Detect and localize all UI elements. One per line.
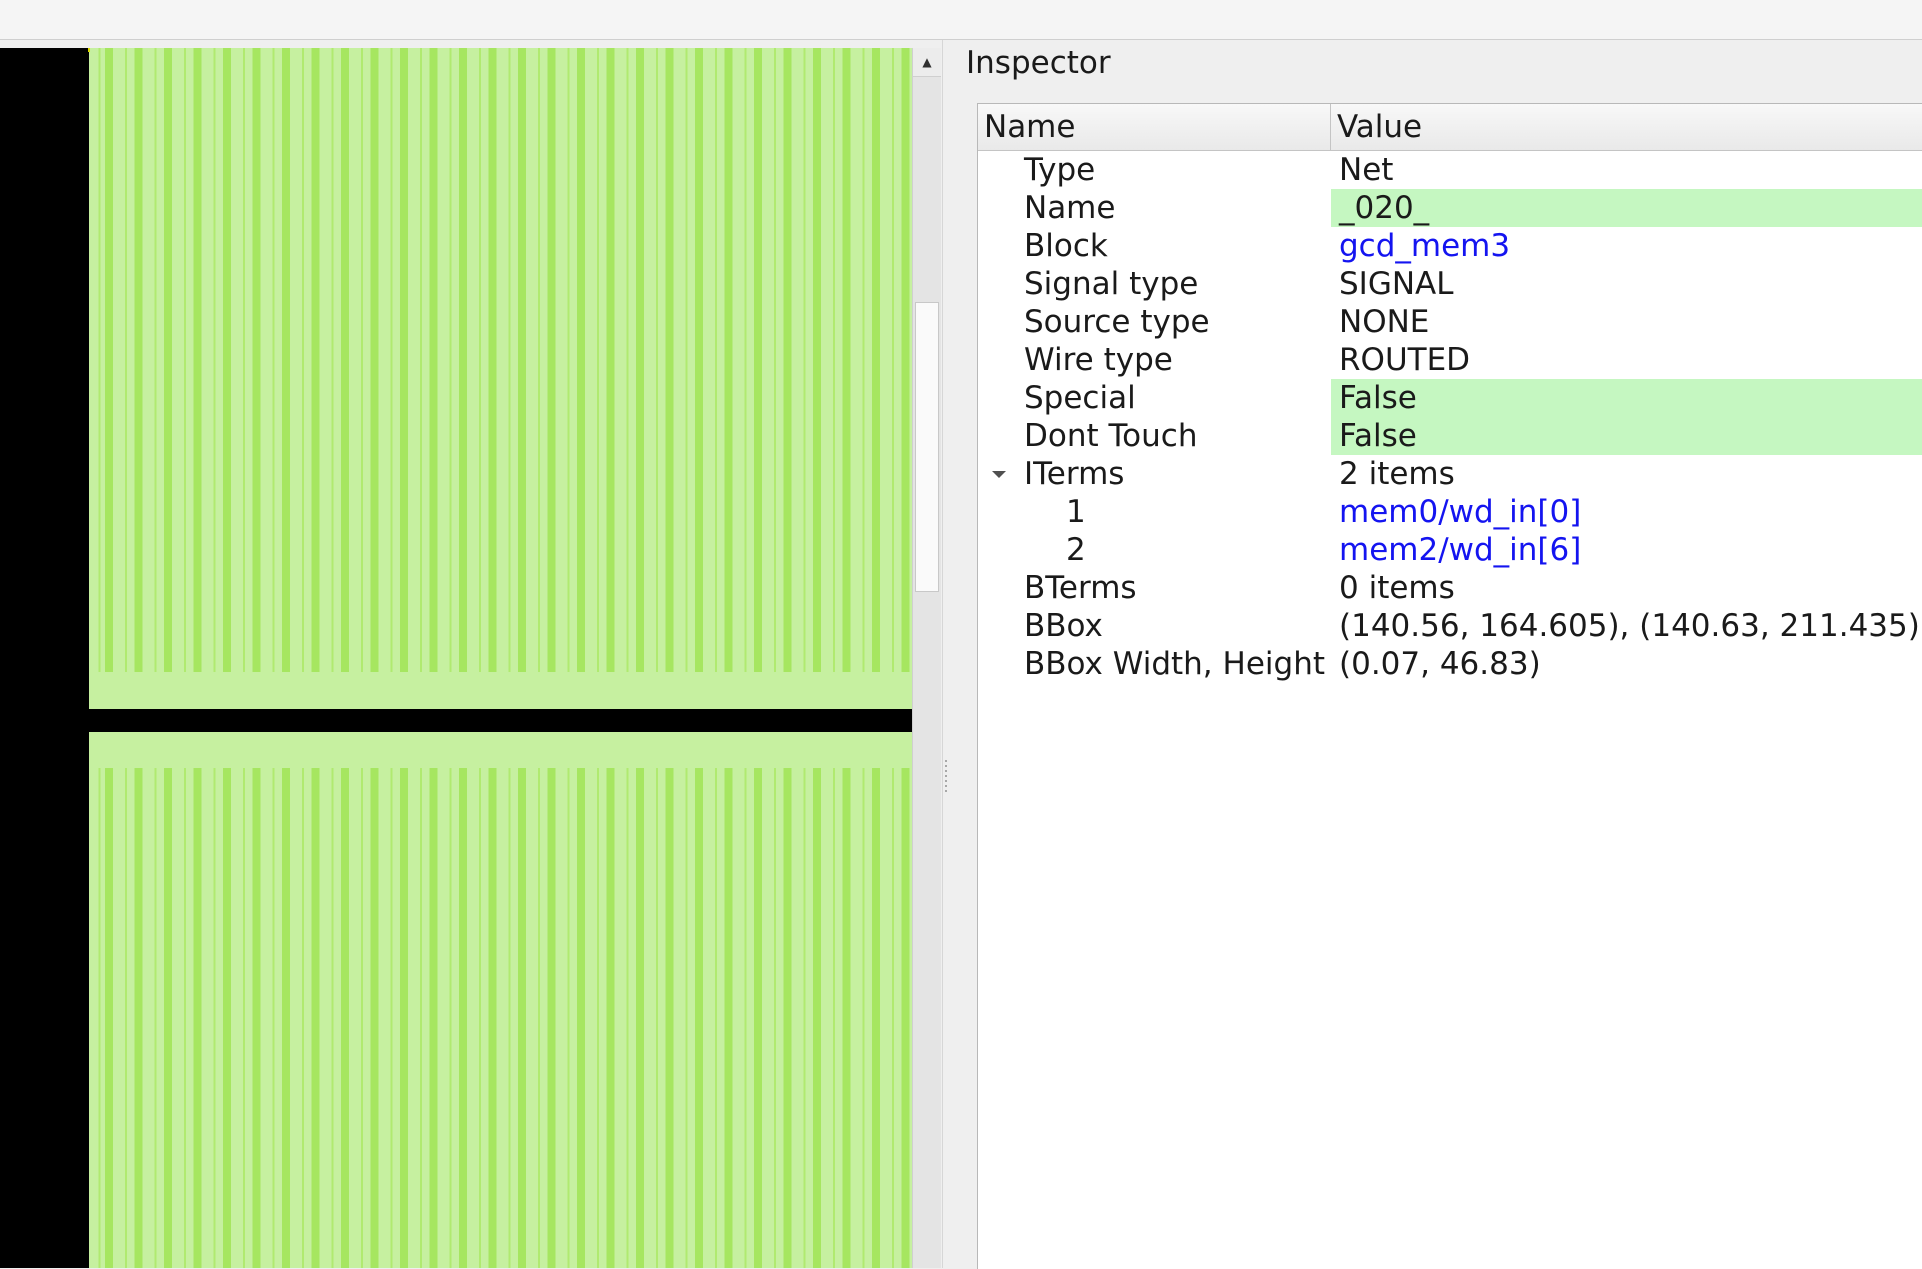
editable-value-field[interactable]: False	[1331, 379, 1922, 417]
table-row[interactable]: Wire type ROUTED	[978, 341, 1922, 379]
layout-canvas[interactable]	[0, 48, 912, 1268]
table-row[interactable]: Source type NONE	[978, 303, 1922, 341]
property-name: Wire type	[1024, 342, 1173, 378]
table-row[interactable]: BBox Width, Height (0.07, 46.83)	[978, 645, 1922, 683]
highlight-marker	[88, 48, 90, 52]
property-name: Type	[1024, 152, 1096, 188]
property-value: NONE	[1339, 304, 1430, 340]
table-row[interactable]: BTerms 0 items	[978, 569, 1922, 607]
up-arrow-icon: ▲	[922, 55, 932, 69]
property-value: (140.56, 164.605), (140.63, 211.435)	[1339, 608, 1920, 644]
property-name: Dont Touch	[1024, 418, 1198, 454]
property-value: (0.07, 46.83)	[1339, 646, 1541, 682]
iterm-link[interactable]: mem2/wd_in[6]	[1331, 531, 1922, 569]
property-name: BTerms	[1024, 570, 1137, 606]
inspector-header: Name Value	[978, 104, 1922, 151]
instance-pin-stripes	[89, 48, 912, 672]
property-value: SIGNAL	[1339, 266, 1454, 302]
property-name: Name	[1024, 190, 1116, 226]
table-row[interactable]: Name _020_	[978, 189, 1922, 227]
table-row[interactable]: Type Net	[978, 151, 1922, 189]
instance-block-lower[interactable]	[89, 732, 912, 1268]
canvas-vertical-scrollbar[interactable]: ▲	[912, 48, 941, 1268]
property-value: 0 items	[1339, 570, 1455, 606]
editable-value-field[interactable]: False	[1331, 417, 1922, 455]
property-name: Special	[1024, 380, 1136, 416]
table-row[interactable]: 1 mem0/wd_in[0]	[978, 493, 1922, 531]
property-name: BBox Width, Height	[1024, 646, 1325, 682]
inspector-rows: Type Net Name _020_ Block gcd_mem3 Signa…	[978, 151, 1922, 683]
table-row[interactable]: BBox (140.56, 164.605), (140.63, 211.435…	[978, 607, 1922, 645]
table-row[interactable]: 2 mem2/wd_in[6]	[978, 531, 1922, 569]
column-header-value[interactable]: Value	[1331, 104, 1922, 150]
iterm-link[interactable]: mem0/wd_in[0]	[1331, 493, 1922, 531]
property-name: BBox	[1024, 608, 1103, 644]
table-row[interactable]: Special False	[978, 379, 1922, 417]
instance-pin-stripes	[89, 768, 912, 1268]
editable-value-field[interactable]: _020_	[1331, 189, 1922, 227]
inspector-title: Inspector	[966, 45, 1111, 81]
instance-block-upper[interactable]	[89, 48, 912, 709]
property-value: 2 items	[1339, 456, 1455, 492]
table-row[interactable]: ITerms 2 items	[978, 455, 1922, 493]
scrollbar-thumb[interactable]	[915, 302, 939, 592]
table-row[interactable]: Signal type SIGNAL	[978, 265, 1922, 303]
scroll-up-button[interactable]: ▲	[913, 48, 941, 77]
property-name: Block	[1024, 228, 1108, 264]
property-value: Net	[1339, 152, 1394, 188]
property-name: Signal type	[1024, 266, 1199, 302]
property-name: Source type	[1024, 304, 1210, 340]
panel-splitter[interactable]	[942, 40, 949, 1268]
splitter-grip-icon	[945, 760, 947, 794]
table-row[interactable]: Dont Touch False	[978, 417, 1922, 455]
block-link[interactable]: gcd_mem3	[1331, 227, 1922, 265]
window-top-bar	[0, 0, 1922, 40]
column-header-name[interactable]: Name	[978, 104, 1331, 150]
table-row[interactable]: Block gcd_mem3	[978, 227, 1922, 265]
property-value: ROUTED	[1339, 342, 1471, 378]
inspector-tree[interactable]: Name Value Type Net Name _020_ Block gcd…	[977, 103, 1922, 1269]
property-name: ITerms	[1024, 456, 1125, 492]
